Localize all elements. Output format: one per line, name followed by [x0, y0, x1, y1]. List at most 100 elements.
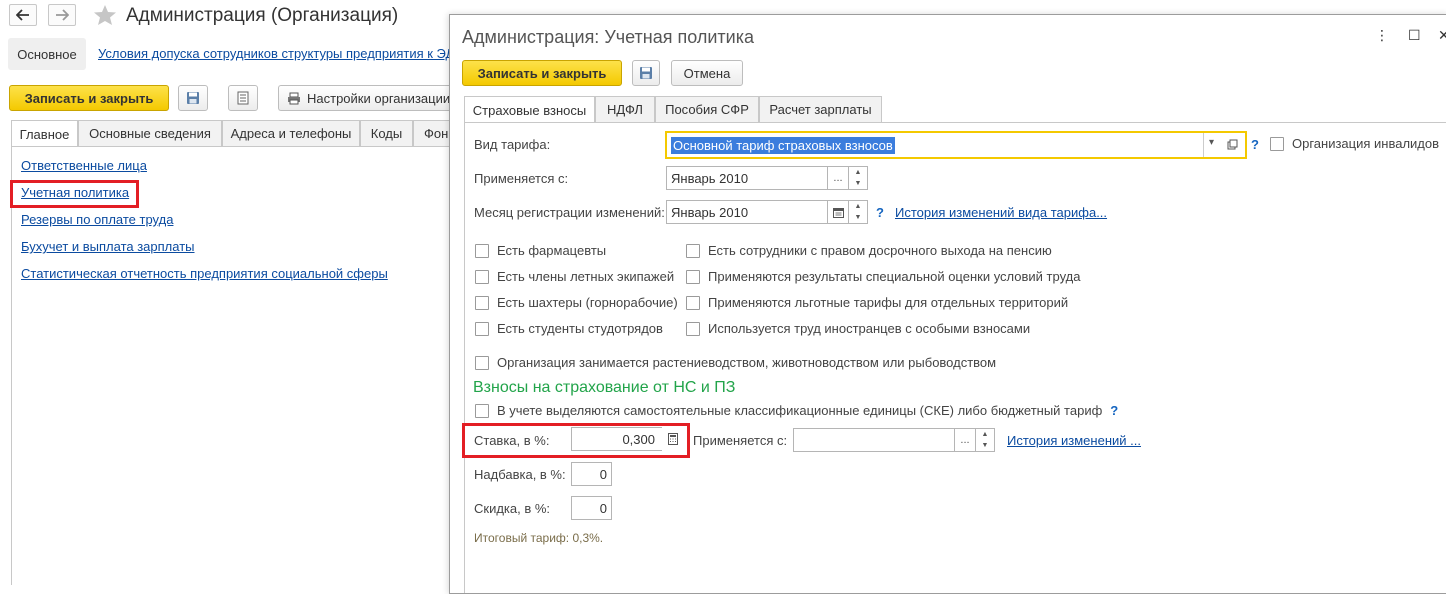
preferential-tariffs-checkbox[interactable]: Применяются льготные тарифы для отдельны…: [686, 295, 1068, 310]
rate-applies-label: Применяется с:: [693, 433, 788, 448]
discount-label: Скидка, в %:: [474, 501, 551, 516]
spin-down-icon[interactable]: ▼: [976, 440, 994, 451]
reg-month-spinner[interactable]: ▲ ▼: [848, 200, 868, 224]
foreign-labor-checkbox[interactable]: Используется труд иностранцев с особыми …: [686, 321, 1030, 336]
agriculture-checkbox[interactable]: Организация занимается растениеводством,…: [475, 355, 996, 370]
tariff-help-icon[interactable]: ?: [1251, 137, 1259, 152]
pharmacists-checkbox[interactable]: Есть фармацевты: [475, 243, 606, 258]
applies-from-input[interactable]: Январь 2010 ...: [666, 166, 849, 190]
checkbox-box[interactable]: [686, 269, 700, 284]
tab-insurance-contributions[interactable]: Страховые взносы: [464, 96, 595, 123]
organization-settings-label: Настройки организации: [307, 90, 451, 106]
tab-ndfl[interactable]: НДФЛ: [595, 96, 655, 122]
modal-panel-border: [464, 123, 465, 593]
maximize-icon[interactable]: ☐: [1408, 27, 1421, 44]
spin-up-icon[interactable]: ▲: [849, 201, 867, 212]
tab-sfr-benefits[interactable]: Пособия СФР: [655, 96, 759, 122]
responsible-persons-link[interactable]: Ответственные лица: [21, 158, 147, 173]
flight-crew-checkbox[interactable]: Есть члены летных экипажей: [475, 269, 674, 284]
checkbox-box[interactable]: [686, 295, 700, 310]
spin-up-icon[interactable]: ▲: [976, 429, 994, 440]
checkbox-box[interactable]: [686, 243, 700, 258]
accounting-policy-dialog: Администрация: Учетная политика ⋮ ☐ ✕ За…: [449, 14, 1446, 594]
panel-border: [11, 147, 12, 585]
markup-input[interactable]: 0: [571, 462, 612, 486]
tab-main-section[interactable]: Основное: [8, 38, 86, 70]
reg-month-input[interactable]: Январь 2010: [666, 200, 849, 224]
preferential-tariffs-label: Применяются льготные тарифы для отдельны…: [708, 295, 1069, 310]
tab-codes[interactable]: Коды: [360, 120, 413, 146]
checkbox-box[interactable]: [686, 321, 700, 336]
save-and-close-button[interactable]: Записать и закрыть: [9, 85, 169, 111]
save-button[interactable]: [178, 85, 208, 111]
miners-label: Есть шахтеры (горнорабочие): [497, 295, 678, 310]
ske-label: В учете выделяются самостоятельные класс…: [497, 403, 1103, 418]
document-button[interactable]: [228, 85, 258, 111]
open-form-icon[interactable]: [1227, 139, 1238, 150]
accounting-policy-highlight: [10, 180, 139, 208]
ellipsis-button[interactable]: ...: [827, 166, 849, 190]
document-icon: [237, 91, 249, 105]
markup-label: Надбавка, в %:: [474, 467, 566, 482]
close-icon[interactable]: ✕: [1438, 27, 1446, 44]
rate-applies-spinner[interactable]: ▲ ▼: [975, 428, 995, 452]
access-conditions-link[interactable]: Условия допуска сотрудников структуры пр…: [98, 46, 458, 61]
tab-basic-info[interactable]: Основные сведения: [78, 120, 222, 146]
dialog-save-button[interactable]: [632, 60, 660, 86]
arrow-left-icon: [16, 9, 29, 21]
tab-addresses-phones[interactable]: Адреса и телефоны: [222, 120, 360, 146]
total-tariff-text: Итоговый тариф: 0,3%.: [474, 531, 604, 545]
applies-from-spinner[interactable]: ▲ ▼: [848, 166, 868, 190]
tab-payroll-calc[interactable]: Расчет зарплаты: [759, 96, 882, 122]
accident-insurance-section-title: Взносы на страхование от НС и ПЗ: [473, 379, 736, 396]
tariff-type-select[interactable]: Основной тариф страховых взносов ▾: [665, 131, 1247, 159]
forward-button[interactable]: [48, 4, 76, 26]
calendar-button[interactable]: [827, 200, 849, 224]
flight-crew-label: Есть члены летных экипажей: [497, 269, 675, 284]
floppy-disk-icon: [187, 92, 199, 104]
checkbox-box[interactable]: [475, 321, 489, 336]
checkbox-box[interactable]: [475, 403, 489, 418]
discount-input[interactable]: 0: [571, 496, 612, 520]
special-assessment-checkbox[interactable]: Применяются результаты специальной оценк…: [686, 269, 1080, 284]
spin-up-icon[interactable]: ▲: [849, 167, 867, 178]
ske-help-icon[interactable]: ?: [1110, 403, 1118, 418]
rate-highlight: [462, 423, 690, 458]
cancel-button[interactable]: Отмена: [671, 60, 743, 86]
applies-from-label: Применяется с:: [474, 171, 569, 186]
dialog-save-and-close-button[interactable]: Записать и закрыть: [462, 60, 622, 86]
rate-applies-input[interactable]: ...: [793, 428, 976, 452]
dialog-title: Администрация: Учетная политика: [462, 27, 754, 47]
agriculture-label: Организация занимается растениеводством,…: [497, 355, 997, 370]
rate-history-link[interactable]: История изменений ...: [1007, 433, 1141, 448]
miners-checkbox[interactable]: Есть шахтеры (горнорабочие): [475, 295, 678, 310]
organization-window: Администрация (Организация) Основное Усл…: [0, 0, 460, 585]
labor-reserves-link[interactable]: Резервы по оплате труда: [21, 212, 173, 227]
foreign-labor-label: Используется труд иностранцев с особыми …: [708, 321, 1031, 336]
student-teams-checkbox[interactable]: Есть студенты студотрядов: [475, 321, 663, 336]
early-pension-checkbox[interactable]: Есть сотрудники с правом досрочного выхо…: [686, 243, 1052, 258]
checkbox-box[interactable]: [475, 243, 489, 258]
back-button[interactable]: [9, 4, 37, 26]
reg-month-help-icon[interactable]: ?: [876, 205, 884, 220]
spin-down-icon[interactable]: ▼: [849, 178, 867, 189]
tab-main[interactable]: Главное: [11, 120, 78, 147]
disabled-org-checkbox[interactable]: Организация инвалидов: [1270, 136, 1439, 151]
ellipsis-button[interactable]: ...: [954, 428, 976, 452]
spin-down-icon[interactable]: ▼: [849, 212, 867, 223]
checkbox-box[interactable]: [475, 295, 489, 310]
chevron-down-icon[interactable]: ▾: [1209, 137, 1214, 148]
tab-underline: [11, 146, 460, 147]
payroll-accounting-link[interactable]: Бухучет и выплата зарплаты: [21, 239, 195, 254]
more-menu-icon[interactable]: ⋮: [1375, 27, 1389, 44]
organization-settings-button[interactable]: Настройки организации: [278, 85, 460, 111]
tariff-type-value: Основной тариф страховых взносов: [671, 136, 895, 154]
checkbox-box[interactable]: [1270, 136, 1284, 151]
discount-value: 0: [599, 500, 607, 516]
tariff-history-link[interactable]: История изменений вида тарифа...: [895, 205, 1107, 220]
checkbox-box[interactable]: [475, 355, 489, 370]
ske-checkbox[interactable]: В учете выделяются самостоятельные класс…: [475, 403, 1118, 418]
social-statistics-link[interactable]: Статистическая отчетность предприятия со…: [21, 266, 388, 281]
checkbox-box[interactable]: [475, 269, 489, 284]
favorite-star-icon[interactable]: [93, 4, 117, 26]
